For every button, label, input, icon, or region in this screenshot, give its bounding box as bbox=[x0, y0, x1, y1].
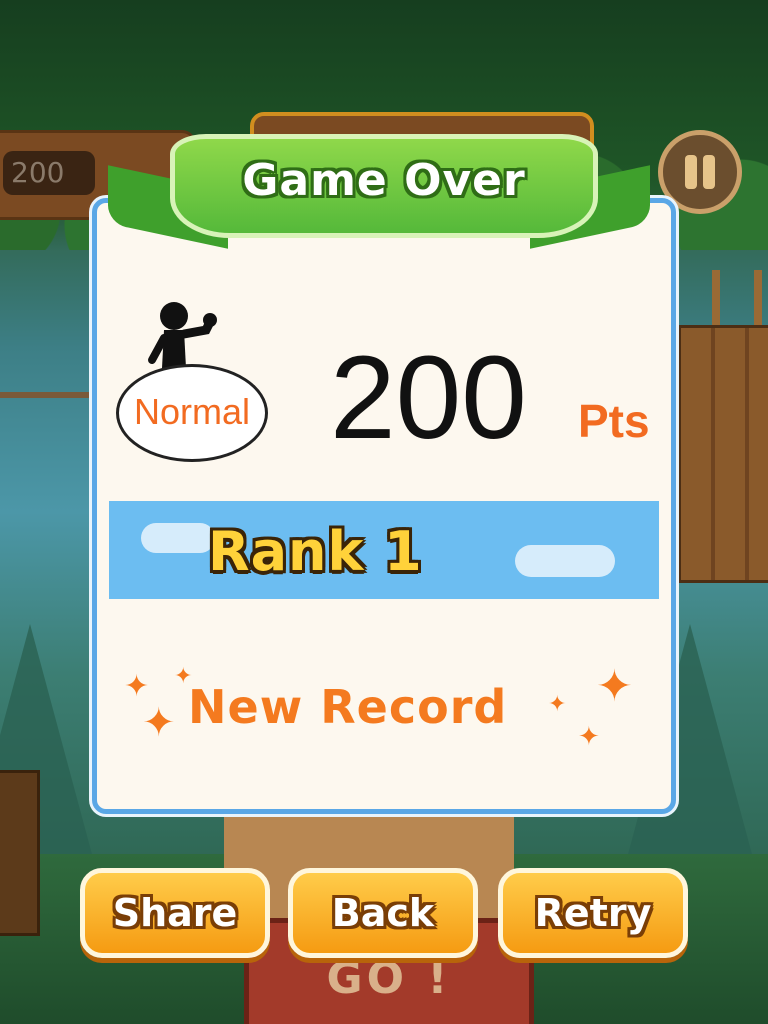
cloud-icon bbox=[515, 545, 615, 577]
go-sign-text: GO ! bbox=[326, 953, 452, 1004]
tree-stump bbox=[0, 770, 40, 936]
hud-score-value: 200 bbox=[3, 151, 95, 195]
share-button-label: Share bbox=[112, 891, 238, 935]
rope bbox=[754, 270, 762, 330]
back-button-label: Back bbox=[331, 891, 435, 935]
mode-speech-bubble: Normal bbox=[116, 364, 268, 462]
retry-button[interactable]: Retry bbox=[498, 868, 688, 958]
sparkle-icon: ✦ bbox=[142, 700, 176, 746]
title-ribbon: Game Over bbox=[170, 134, 598, 238]
wooden-platform bbox=[678, 325, 768, 583]
final-score: 200 bbox=[330, 332, 527, 464]
rank-label: Rank 1 bbox=[208, 520, 423, 583]
retry-button-label: Retry bbox=[534, 891, 652, 935]
sparkle-icon: ✦ bbox=[578, 722, 600, 752]
sparkle-icon: ✦ bbox=[548, 692, 567, 717]
new-record-label: New Record bbox=[188, 680, 508, 734]
cloud-icon bbox=[141, 523, 215, 553]
difficulty-mode-label: Normal bbox=[133, 391, 250, 432]
score-unit: Pts bbox=[578, 395, 650, 447]
pause-icon bbox=[685, 155, 697, 189]
sparkle-icon: ✦ bbox=[124, 669, 150, 704]
rope bbox=[712, 270, 720, 330]
share-button[interactable]: Share bbox=[80, 868, 270, 958]
dialog-title: Game Over bbox=[242, 155, 526, 206]
sparkle-icon: ✦ bbox=[596, 661, 633, 712]
pause-icon bbox=[703, 155, 715, 189]
back-button[interactable]: Back bbox=[288, 868, 478, 958]
